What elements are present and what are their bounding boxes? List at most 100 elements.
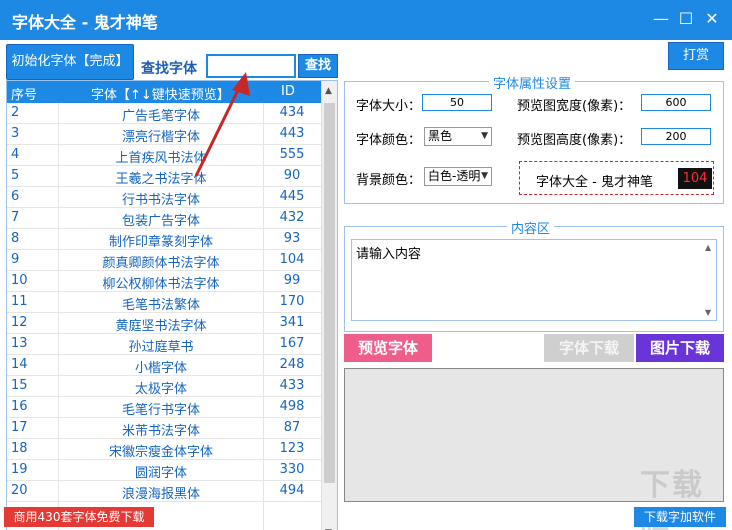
preview-width-label: 预览图宽度(像素)： [517,99,632,114]
table-scrollbar[interactable]: ▲ ▼ [321,81,337,530]
table-row[interactable]: 13 孙过庭草书 167 [7,334,321,355]
table-row[interactable]: 6 行书书法字体 445 [7,187,321,208]
row-font-name: 上首疾风书法体 [115,151,207,166]
scroll-down-icon[interactable]: ▼ [705,308,711,317]
row-id: 170 [279,294,305,309]
promo-download-button[interactable]: 商用430套字体免费下载 [4,507,154,527]
row-index: 15 [11,378,28,393]
table-row[interactable]: 19 圆润字体 330 [7,460,321,481]
download-app-button[interactable]: 下载字加软件 [634,507,726,527]
row-index: 2 [11,105,20,120]
table-row[interactable]: 7 包装广告字体 432 [7,208,321,229]
table-row[interactable]: 9 颜真卿颜体书法字体 104 [7,250,321,271]
content-scrollbar[interactable]: ▲ ▼ [702,240,716,320]
row-font-name: 太极字体 [134,382,187,397]
col-header-id[interactable]: ID [281,84,295,99]
row-id: 494 [279,483,305,498]
row-id: 90 [283,168,301,183]
table-row[interactable]: 2 广告毛笔字体 434 [7,103,321,124]
table-row[interactable]: 8 制作印章篆刻字体 93 [7,229,321,250]
font-color-value: 黑色 [428,129,453,143]
table-row[interactable]: 11 毛笔书法繁体 170 [7,292,321,313]
content-legend: 内容区 [507,218,555,237]
title-bar: 字体大全 - 鬼才神笔 — ☐ ✕ [0,0,732,40]
row-index: 10 [11,273,28,288]
row-font-name: 毛笔书法繁体 [121,298,200,313]
table-row[interactable]: 4 上首疾风书法体 555 [7,145,321,166]
row-index: 14 [11,357,28,372]
row-id: 99 [283,273,301,288]
properties-legend: 字体属性设置 [489,73,576,92]
table-row[interactable]: 5 王羲之书法字体 90 [7,166,321,187]
content-textarea[interactable]: 请输入内容 ▲ ▼ [351,239,717,321]
bg-color-select[interactable]: 白色-透明 ▼ [424,167,492,186]
row-index: 20 [11,483,28,498]
scroll-up-icon[interactable]: ▲ [705,243,711,252]
table-row[interactable]: 20 浪漫海报黑体 494 [7,481,321,502]
row-id: 167 [279,336,305,351]
row-index: 9 [11,252,20,267]
content-group: 内容区 请输入内容 ▲ ▼ [344,218,724,332]
row-id: 248 [279,357,305,372]
row-font-name: 孙过庭草书 [128,340,194,355]
close-icon[interactable]: ✕ [703,10,721,28]
init-fonts-button[interactable]: 初始化字体【完成】 [6,44,134,80]
row-font-name: 浪漫海报黑体 [121,487,200,502]
row-id: 87 [283,420,301,435]
row-id: 498 [279,399,305,414]
row-font-name: 颜真卿颜体书法字体 [102,256,220,271]
row-font-name: 制作印章篆刻字体 [108,235,213,250]
row-font-name: 黄庭坚书法字体 [115,319,207,334]
row-index: 12 [11,315,28,330]
row-font-name: 王羲之书法字体 [115,172,207,187]
minimize-icon[interactable]: — [652,10,670,28]
row-index: 13 [11,336,28,351]
row-index: 6 [11,189,20,204]
preview-font-button[interactable]: 预览字体 [344,334,432,362]
row-index: 18 [11,441,28,456]
download-image-button[interactable]: 图片下载 [636,334,724,362]
table-row[interactable]: 17 米芾书法字体 87 [7,418,321,439]
table-row[interactable]: 12 黄庭坚书法字体 341 [7,313,321,334]
bg-color-label: 背景颜色： [356,173,422,188]
row-id: 432 [279,210,305,225]
font-table[interactable]: 序号 字体【↑↓键快速预览】 ID 2 广告毛笔字体 434 3 漂亮行楷字体 443 4 上… [6,80,338,530]
table-row[interactable]: 3 漂亮行楷字体 443 [7,124,321,145]
search-input[interactable] [206,54,296,78]
chevron-down-icon: ▼ [481,171,488,181]
row-id: 555 [279,147,305,162]
table-row[interactable]: 15 太极字体 433 [7,376,321,397]
row-id: 443 [279,126,305,141]
row-id: 330 [279,462,305,477]
download-font-button[interactable]: 字体下载 [544,334,634,362]
scroll-up-icon[interactable]: ▲ [325,86,332,96]
font-color-select[interactable]: 黑色 ▼ [424,127,492,146]
preview-width-input[interactable]: 600 [641,94,711,111]
window-title: 字体大全 - 鬼才神笔 [12,13,158,32]
donate-button[interactable]: 打赏 [668,42,724,70]
col-header-font[interactable]: 字体【↑↓键快速预览】 [91,84,230,103]
table-row[interactable]: 14 小楷字体 248 [7,355,321,376]
chevron-down-icon: ▼ [481,131,488,141]
preview-sample-text: 字体大全 - 鬼才神笔 [536,175,653,190]
maximize-icon[interactable]: ☐ [677,10,695,28]
scroll-thumb[interactable] [324,103,335,483]
row-font-name: 米芾书法字体 [121,424,200,439]
search-button[interactable]: 查找 [298,54,338,78]
table-row[interactable]: 18 宋徽宗瘦金体字体 123 [7,439,321,460]
col-header-index[interactable]: 序号 [11,84,37,103]
row-font-name: 广告毛笔字体 [121,109,200,124]
font-size-input[interactable]: 50 [422,94,492,111]
column-divider [58,103,59,530]
content-text: 请输入内容 [356,247,422,262]
font-properties-group: 字体属性设置 字体大小： 50 预览图宽度(像素)： 600 字体颜色： 黑色 ▼… [344,73,724,204]
row-index: 5 [11,168,20,183]
row-font-name: 行书书法字体 [121,193,200,208]
row-id: 433 [279,378,305,393]
table-row[interactable]: 10 柳公权柳体书法字体 99 [7,271,321,292]
row-index: 4 [11,147,20,162]
row-font-name: 毛笔行书字体 [121,403,200,418]
preview-height-input[interactable]: 200 [641,128,711,145]
table-row[interactable]: 16 毛笔行书字体 498 [7,397,321,418]
row-id: 434 [279,105,305,120]
